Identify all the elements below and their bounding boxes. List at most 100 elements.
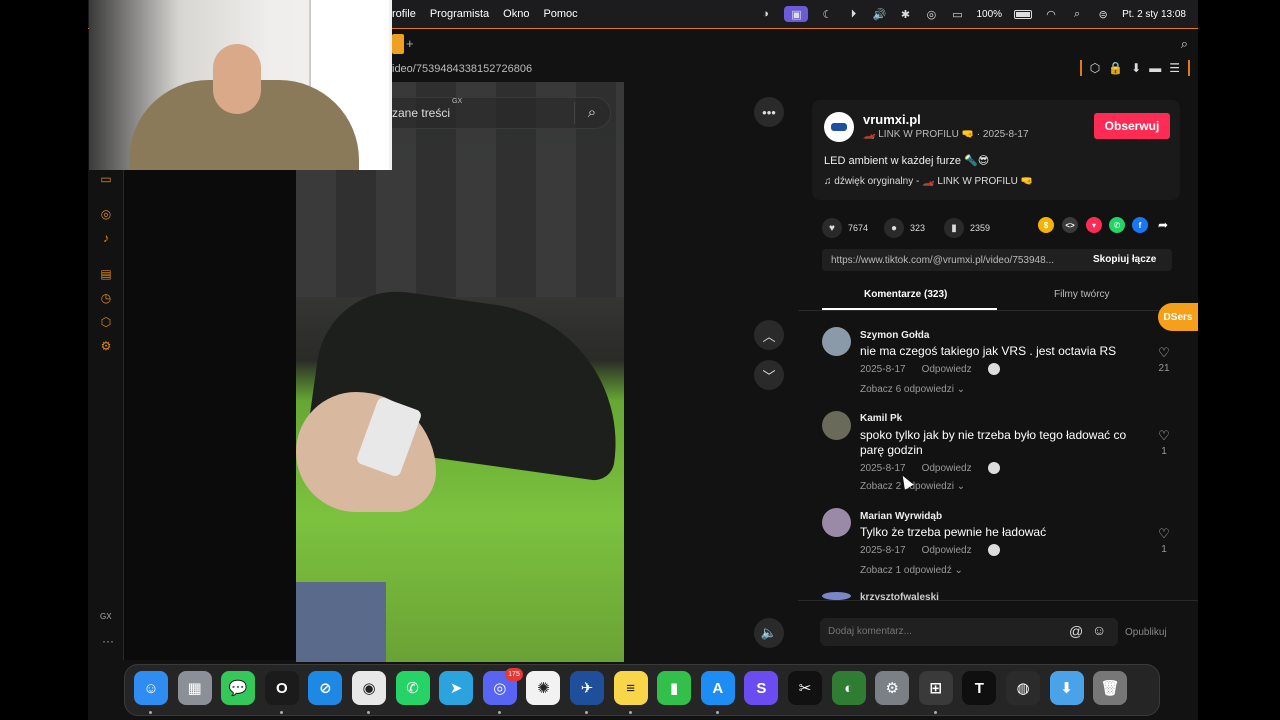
comment-like-icon[interactable]: ♡ [1156,345,1172,361]
publish-button[interactable]: Opublikuj [1125,627,1167,638]
video-link[interactable]: https://www.tiktok.com/@vrumxi.pl/video/… [831,255,1054,266]
embed-icon[interactable]: <> [1062,217,1078,233]
wallet-icon[interactable]: ▤ [98,267,114,283]
lock-icon[interactable]: 🔒 [1108,61,1123,75]
comment-author[interactable]: Kamil Pk [860,413,902,424]
screen-record-icon[interactable]: ▣ [784,6,809,22]
extensions-icon[interactable]: ⬡ [1090,61,1100,75]
dock-app-app-store[interactable]: A [700,671,735,705]
battery-icon[interactable] [1014,9,1033,19]
reply-button[interactable]: Odpowiedz [922,364,972,375]
dock-app-system-settings[interactable]: ⚙ [875,671,910,705]
sound-link[interactable]: ♫ dźwięk oryginalny - 🏎️ LINK W PROFILU … [824,176,1033,187]
active-tab[interactable] [392,34,404,54]
new-tab-button[interactable]: + [406,36,414,51]
spotlight-icon[interactable]: ⌕ [1070,7,1084,21]
comment-avatar[interactable] [822,327,851,356]
search-icon[interactable]: ⌕ [583,104,601,122]
menu-icon[interactable]: ☰ [1169,61,1180,75]
dock-app-trash[interactable]: 🗑 [1093,671,1128,705]
reply-button[interactable]: Odpowiedz [922,463,972,474]
save-stat[interactable]: ▮ 2359 [944,218,990,238]
dock-app-testflight[interactable]: ✈ [570,671,604,705]
dock-app-notes[interactable]: ≡ [613,671,648,705]
control-center-icon[interactable]: ⊜ [1096,7,1110,21]
bluetooth-icon[interactable]: ✱ [898,7,912,21]
coin-icon[interactable]: $ [1038,217,1054,233]
menu-profile[interactable]: rofile [392,8,416,20]
reply-button[interactable]: Odpowiedz [922,545,972,556]
dock-app-finder[interactable]: ☺ [134,671,168,705]
dock-app-calculator[interactable]: ⊞ [918,671,953,705]
facebook-share-icon[interactable]: f [1132,217,1148,233]
volume-button[interactable]: 🔈 [754,618,784,648]
dock-app-safari[interactable]: ⊘ [308,671,343,705]
airdrop-icon[interactable]: ◎ [924,7,938,21]
whatsapp-share-icon[interactable]: ✆ [1109,217,1125,233]
view-replies-button[interactable]: Zobacz 6 odpowiedzi ⌄ [860,384,965,395]
comment-stat[interactable]: ● 323 [884,218,925,238]
dock-app-downloads-folder[interactable]: ⬇ [1049,671,1084,705]
wifi-icon[interactable]: ◠ [1044,7,1058,21]
like-stat[interactable]: ♥ 7674 [822,218,868,238]
history-icon[interactable]: ◷ [98,291,114,307]
share-arrow-icon[interactable]: ➦ [1155,217,1171,233]
more-icon[interactable]: ··· [102,634,114,648]
dock-app-launchpad[interactable]: ▦ [177,671,212,705]
dock-app-messages[interactable]: 💬 [221,671,256,705]
search-input[interactable]: zane treści [392,106,450,120]
comment-input[interactable] [828,626,1048,637]
address-url[interactable]: ideo/7539484338152726806 [392,63,532,75]
follow-button[interactable]: Obserwuj [1094,113,1170,139]
camera-status-icon[interactable]: ◑ [758,7,772,21]
instagram-icon[interactable]: ◎ [98,207,114,223]
dock-app-telegram[interactable]: ➤ [439,671,474,705]
clock[interactable]: Pt. 2 sty 13:08 [1122,9,1186,20]
emoji-icon[interactable]: ☺ [1092,622,1106,638]
tab-search-icon[interactable]: ⌕ [1181,36,1188,52]
previous-video-button[interactable]: ︿ [754,320,784,350]
comment-author-cutoff[interactable]: krzysztofwaleski [860,592,939,600]
gx-label[interactable]: GX [100,612,112,621]
copy-link-button[interactable]: Skopiuj łącze [1093,254,1156,265]
comment-avatar[interactable] [822,508,851,537]
volume-icon[interactable]: 🔊 [872,7,887,21]
gamepad-icon[interactable]: ▭ [98,172,114,188]
download-icon[interactable]: ⬇ [1131,61,1141,75]
comment-like-icon[interactable]: ♡ [1156,428,1172,444]
display-icon[interactable]: ▭ [950,7,964,21]
comment-avatar[interactable] [822,411,851,440]
dock-app-opera[interactable]: O [264,671,299,705]
dsers-extension-button[interactable]: DSers [1158,303,1198,331]
comment-author[interactable]: Marian Wyrwidąb [860,511,942,522]
more-options-button[interactable]: ••• [754,97,784,127]
menu-window[interactable]: Okno [503,8,529,20]
menu-help[interactable]: Pomoc [543,8,577,20]
dock-app-tradingview[interactable]: T [962,671,997,705]
dock-app-capcut[interactable]: ✂ [788,671,822,705]
comment-author[interactable]: Szymon Gołda [860,330,929,341]
dock-app-whatsapp[interactable]: ✆ [395,671,430,705]
creator-avatar[interactable] [824,112,854,142]
dock-app-ai-app[interactable]: ◐ [831,671,866,705]
play-icon[interactable]: ⏵ [846,7,860,21]
next-video-button[interactable]: ﹀ [754,360,784,390]
dock-app-obs[interactable]: ◍ [1006,671,1040,705]
mention-icon[interactable]: @ [1069,623,1083,639]
menu-developer[interactable]: Programista [430,8,489,20]
tab-comments[interactable]: Komentarze (323) [864,289,947,300]
dock-app-numbers[interactable]: ▮ [657,671,692,705]
comment-avatar-cutoff[interactable] [822,592,851,600]
view-replies-button[interactable]: Zobacz 1 odpowiedź ⌄ [860,565,963,576]
extensions-sidebar-icon[interactable]: ⬡ [98,315,114,331]
comment-like-icon[interactable]: ♡ [1156,526,1172,542]
dock-app-chrome[interactable]: ◉ [352,671,386,705]
dock-app-chatgpt[interactable]: ✺ [526,671,561,705]
dock-app-setapp[interactable]: S [744,671,779,705]
creator-name[interactable]: vrumxi.pl [863,112,921,127]
tiktok-icon[interactable]: ♪ [98,231,114,247]
battery-saver-icon[interactable]: ▬ [1149,61,1161,75]
send-icon[interactable]: ▾ [1086,217,1102,233]
moon-icon[interactable]: ☾ [820,7,834,21]
settings-icon[interactable]: ⚙ [98,339,114,355]
